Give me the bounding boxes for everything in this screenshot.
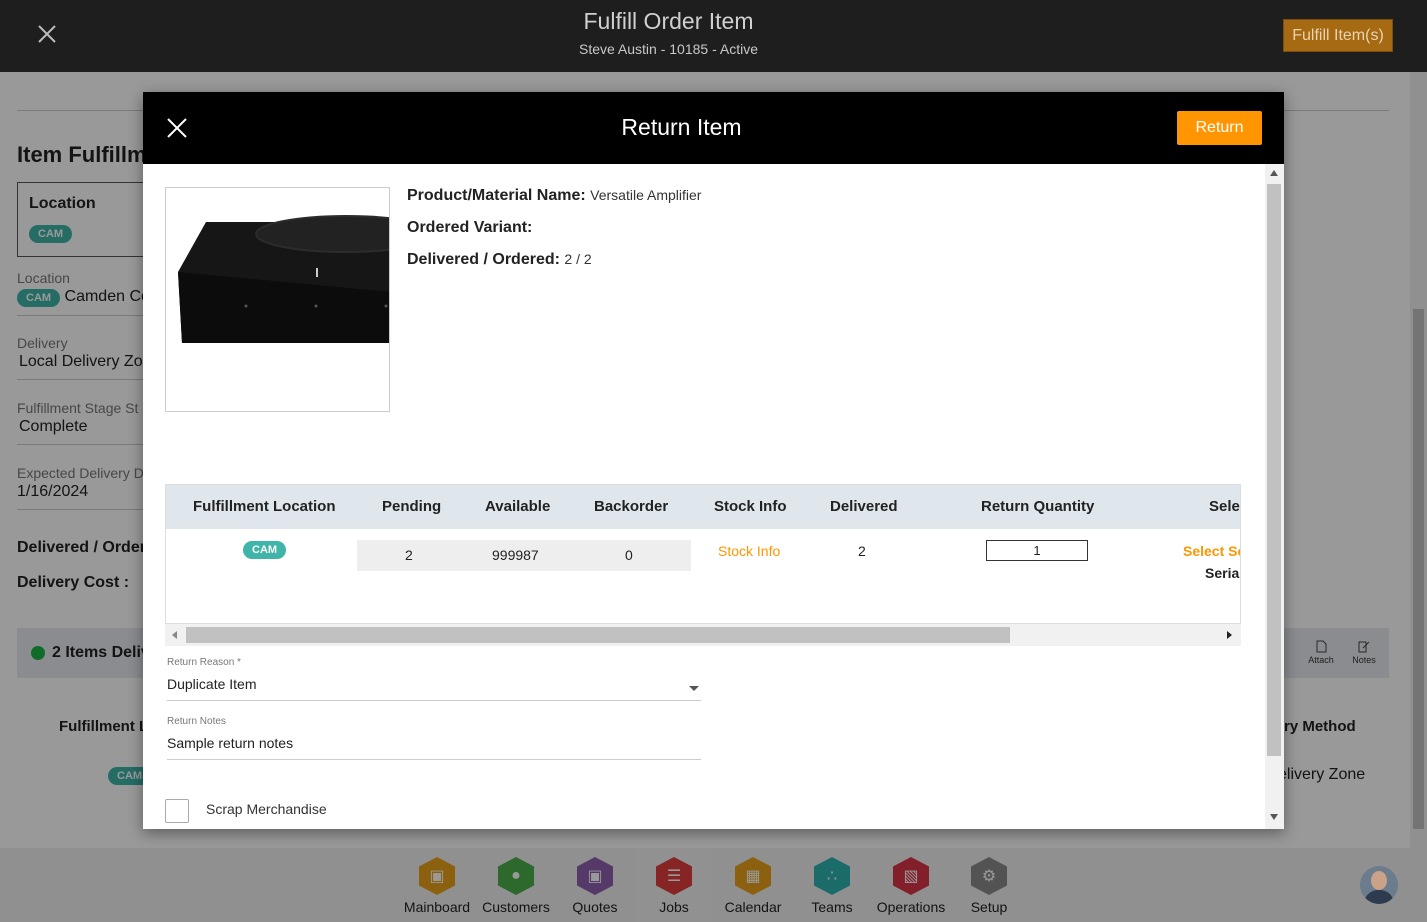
- scrap-merchandise-label: Scrap Merchandise: [206, 801, 327, 817]
- modal-body: Product/Material Name: Versatile Amplifi…: [143, 164, 1265, 829]
- scroll-up-icon[interactable]: [1270, 170, 1278, 176]
- column-backorder: Backorder: [594, 498, 669, 515]
- column-return-quantity: Return Quantity: [981, 498, 1095, 515]
- return-reason-select[interactable]: Return Reason * Duplicate Item: [167, 657, 701, 701]
- scroll-down-icon[interactable]: [1270, 814, 1278, 820]
- available-value: 999987: [492, 547, 539, 563]
- pending-value: 2: [405, 547, 413, 563]
- return-reason-value: Duplicate Item: [167, 676, 257, 692]
- table-scrollbar-thumb[interactable]: [186, 627, 1010, 643]
- modal-scrollbar-thumb[interactable]: [1267, 184, 1281, 756]
- delivered-ordered-value: 2 / 2: [564, 251, 592, 267]
- return-reason-label: Return Reason *: [167, 657, 241, 668]
- fulfill-items-button[interactable]: Fulfill Item(s): [1283, 19, 1393, 52]
- column-delivered: Delivered: [830, 498, 898, 515]
- return-quantity-input[interactable]: 1: [986, 540, 1088, 561]
- return-button[interactable]: Return: [1177, 111, 1262, 145]
- column-pending: Pending: [382, 498, 442, 515]
- page-title: Fulfill Order Item: [583, 8, 754, 34]
- column-available: Available: [485, 498, 551, 515]
- scroll-right-icon[interactable]: [1227, 631, 1232, 639]
- serial-label: Serial: [1205, 565, 1241, 581]
- table-horizontal-scrollbar[interactable]: [165, 624, 1241, 646]
- modal-header: Return Item Return: [143, 92, 1284, 164]
- return-item-modal: Return Item Return Product/Material Name…: [143, 92, 1284, 829]
- return-notes-field[interactable]: Return Notes Sample return notes: [167, 716, 701, 760]
- backorder-value: 0: [625, 547, 633, 563]
- delivered-value: 2: [858, 543, 866, 559]
- bottom-nav: ▣ Mainboard ● Customers ▣ Quotes ☰ Jobs …: [0, 848, 1427, 922]
- product-image: [165, 187, 390, 412]
- location-chip: CAM: [243, 541, 287, 559]
- scroll-left-icon[interactable]: [172, 631, 177, 639]
- product-info: Product/Material Name: Versatile Amplifi…: [407, 187, 701, 283]
- ordered-variant-label: Ordered Variant:: [407, 219, 533, 236]
- return-notes-value[interactable]: Sample return notes: [167, 735, 701, 751]
- modal-title: Return Item: [621, 114, 742, 140]
- modal-scrollbar[interactable]: [1265, 164, 1284, 829]
- nav-backdrop: [0, 848, 1427, 922]
- return-notes-label: Return Notes: [167, 716, 226, 727]
- product-name-value: Versatile Amplifier: [590, 187, 702, 203]
- chevron-down-icon[interactable]: [689, 686, 699, 691]
- avatar[interactable]: [1360, 866, 1398, 904]
- column-stock-info: Stock Info: [714, 498, 787, 515]
- column-select-serial: Selec: [1209, 498, 1240, 515]
- top-header: Fulfill Order Item Steve Austin - 10185 …: [0, 0, 1427, 72]
- table-header: Fulfillment Location Pending Available B…: [166, 485, 1240, 529]
- page-subtitle: Steve Austin - 10185 - Active: [579, 41, 758, 57]
- column-fulfillment-location: Fulfillment Location: [193, 498, 336, 515]
- scrap-merchandise-checkbox[interactable]: [165, 799, 189, 823]
- fulfillment-table: Fulfillment Location Pending Available B…: [165, 484, 1241, 624]
- select-serial-link[interactable]: Select Se: [1183, 543, 1240, 559]
- stock-info-link[interactable]: Stock Info: [718, 543, 780, 559]
- delivered-ordered-label: Delivered / Ordered:: [407, 251, 560, 268]
- product-name-label: Product/Material Name:: [407, 187, 586, 204]
